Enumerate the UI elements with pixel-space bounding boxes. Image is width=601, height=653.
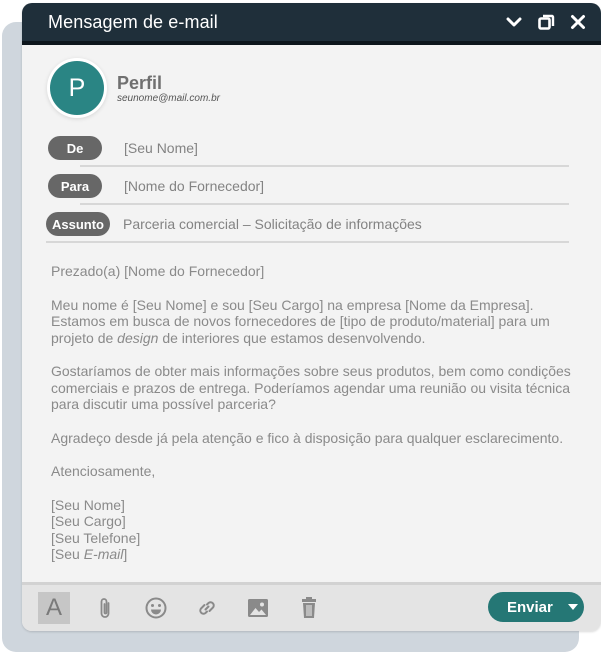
message-body[interactable]: Prezado(a) [Nome do Fornecedor] Meu nome… [22, 243, 601, 593]
body-paragraph: Gostaríamos de obter mais informações so… [51, 363, 571, 412]
send-button[interactable]: Enviar [488, 592, 584, 622]
delete-button[interactable] [293, 592, 325, 624]
close-button[interactable] [567, 11, 589, 33]
text-format-button[interactable]: A [38, 592, 70, 624]
signature: [Seu Nome] [Seu Cargo] [Seu Telefone] [S… [51, 497, 579, 563]
profile-name: Perfil [117, 72, 163, 93]
from-field[interactable]: De [Seu Nome] [22, 129, 601, 167]
text-format-icon: A [45, 594, 62, 621]
profile-header: P Perfil seunome@mail.com.br [22, 45, 601, 117]
image-icon [248, 599, 268, 617]
send-options-button[interactable] [562, 604, 584, 610]
avatar[interactable]: P [50, 61, 104, 115]
signature-email: [Seu E-mail] [51, 546, 128, 562]
header-fields: De [Seu Nome] Para [Nome do Fornecedor] … [22, 129, 601, 243]
trash-icon [302, 597, 316, 618]
signature-phone: [Seu Telefone] [51, 529, 141, 546]
minimize-button[interactable] [503, 11, 525, 33]
window-title: Mensagem de e-mail [48, 11, 218, 32]
closing: Atenciosamente, [51, 463, 156, 479]
signature-name: [Seu Nome] [51, 496, 125, 513]
restore-button[interactable] [535, 11, 557, 33]
to-field[interactable]: Para [Nome do Fornecedor] [22, 167, 601, 205]
body-paragraph: Agradeço desde já pela atenção e fico à … [51, 429, 564, 446]
body-paragraph: Meu nome é [Seu Nome] e sou [Seu Cargo] … [51, 296, 550, 346]
link-button[interactable] [191, 592, 223, 624]
divider [46, 241, 569, 243]
from-value[interactable]: [Seu Nome] [124, 140, 198, 156]
attach-button[interactable] [89, 592, 121, 624]
restore-window-icon [537, 14, 554, 30]
greeting: Prezado(a) [Nome do Fornecedor] [51, 263, 265, 279]
profile-email: seunome@mail.com.br [117, 92, 220, 104]
send-label: Enviar [507, 598, 553, 616]
subject-label: Assunto [46, 212, 110, 236]
chevron-down-icon [568, 604, 578, 610]
link-icon [199, 601, 215, 615]
email-compose-window: Mensagem de e-mail P Perfil seunome@mail… [22, 3, 601, 631]
close-icon [571, 15, 585, 29]
from-label: De [48, 136, 102, 160]
compose-toolbar: A Enviar [22, 582, 601, 631]
title-bar: Mensagem de e-mail [22, 3, 601, 45]
subject-value[interactable]: Parceria comercial – Solicitação de info… [123, 216, 422, 232]
signature-role: [Seu Cargo] [51, 513, 126, 529]
attachment-icon [100, 598, 110, 618]
to-value[interactable]: [Nome do Fornecedor] [124, 178, 264, 194]
emoji-icon [145, 597, 167, 619]
emoji-button[interactable] [140, 592, 172, 624]
profile-info: Perfil seunome@mail.com.br [117, 73, 220, 104]
insert-image-button[interactable] [242, 592, 274, 624]
to-label: Para [48, 174, 102, 198]
subject-field[interactable]: Assunto Parceria comercial – Solicitação… [22, 205, 601, 243]
chevron-down-icon [506, 17, 522, 27]
